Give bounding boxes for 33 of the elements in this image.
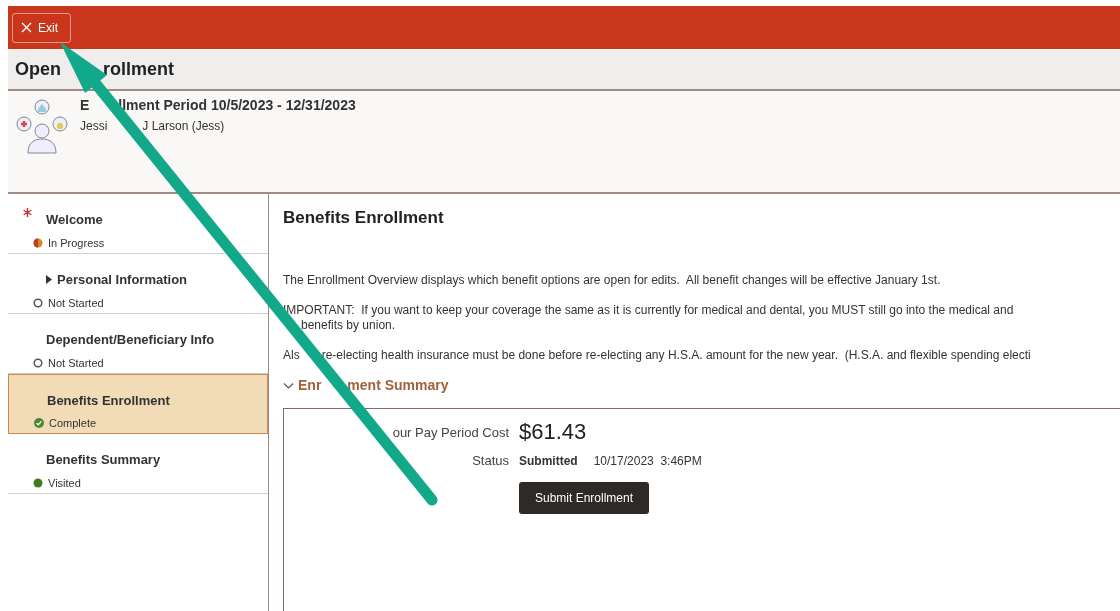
step-item[interactable]: Benefits Enrollment Complete: [8, 374, 268, 434]
step-label: Dependent/Beneficiary Info: [46, 332, 215, 347]
paragraph-text: re-electing health insurance must be done before re-electing any H.S.A. amount for the new year. (H.S.A. and flexible spending electi: [321, 348, 1031, 363]
employee-name: Jessi: [80, 119, 108, 133]
step-status: Not Started: [48, 357, 104, 369]
step-status: Complete: [49, 417, 97, 430]
cost-value: $61.43: [519, 419, 588, 445]
status-timestamp: 10/17/2023 3:46PM: [593, 453, 702, 468]
summary-heading: ment Summary: [347, 377, 449, 394]
status-label: Status: [471, 453, 509, 468]
page-title: Open: [15, 58, 61, 80]
page-title: rollment: [103, 58, 175, 80]
employee-name: J Larson (Jess): [142, 119, 225, 133]
paragraph-text: benefits by union.: [301, 318, 396, 333]
step-label: Benefits Enrollment: [47, 392, 170, 408]
paragraph-text: IMPORTANT: If you want to keep your coverage the same as it is currently for medical and dental, you MUST still go into the medical and: [283, 303, 1014, 318]
close-icon: [21, 22, 32, 33]
step-status: Not Started: [48, 297, 104, 309]
step-label: Benefits Summary: [46, 452, 161, 467]
submit-enrollment-button[interactable]: Submit Enrollment: [519, 482, 650, 514]
step-label: Welcome: [46, 212, 103, 227]
step-label: Personal Information: [57, 272, 188, 287]
summary-heading: Enr: [298, 377, 322, 394]
enrollment-period: llment Period 10/5/2023 - 12/31/2023: [118, 97, 356, 113]
step-status: In Progress: [48, 237, 105, 249]
status-value: Submitted: [519, 453, 578, 468]
exit-button[interactable]: Exit: [12, 12, 71, 43]
section-title: Benefits Enrollment: [283, 208, 445, 228]
paragraph-text: Als: [283, 348, 300, 363]
enrollment-period: E: [80, 97, 90, 113]
step-status: Visited: [48, 477, 81, 489]
paragraph-text: The Enrollment Overview displays which benefit options are open for edits. All benefit changes will be effective January 1st.: [283, 273, 941, 288]
cost-label: our Pay Period Cost: [391, 424, 509, 440]
